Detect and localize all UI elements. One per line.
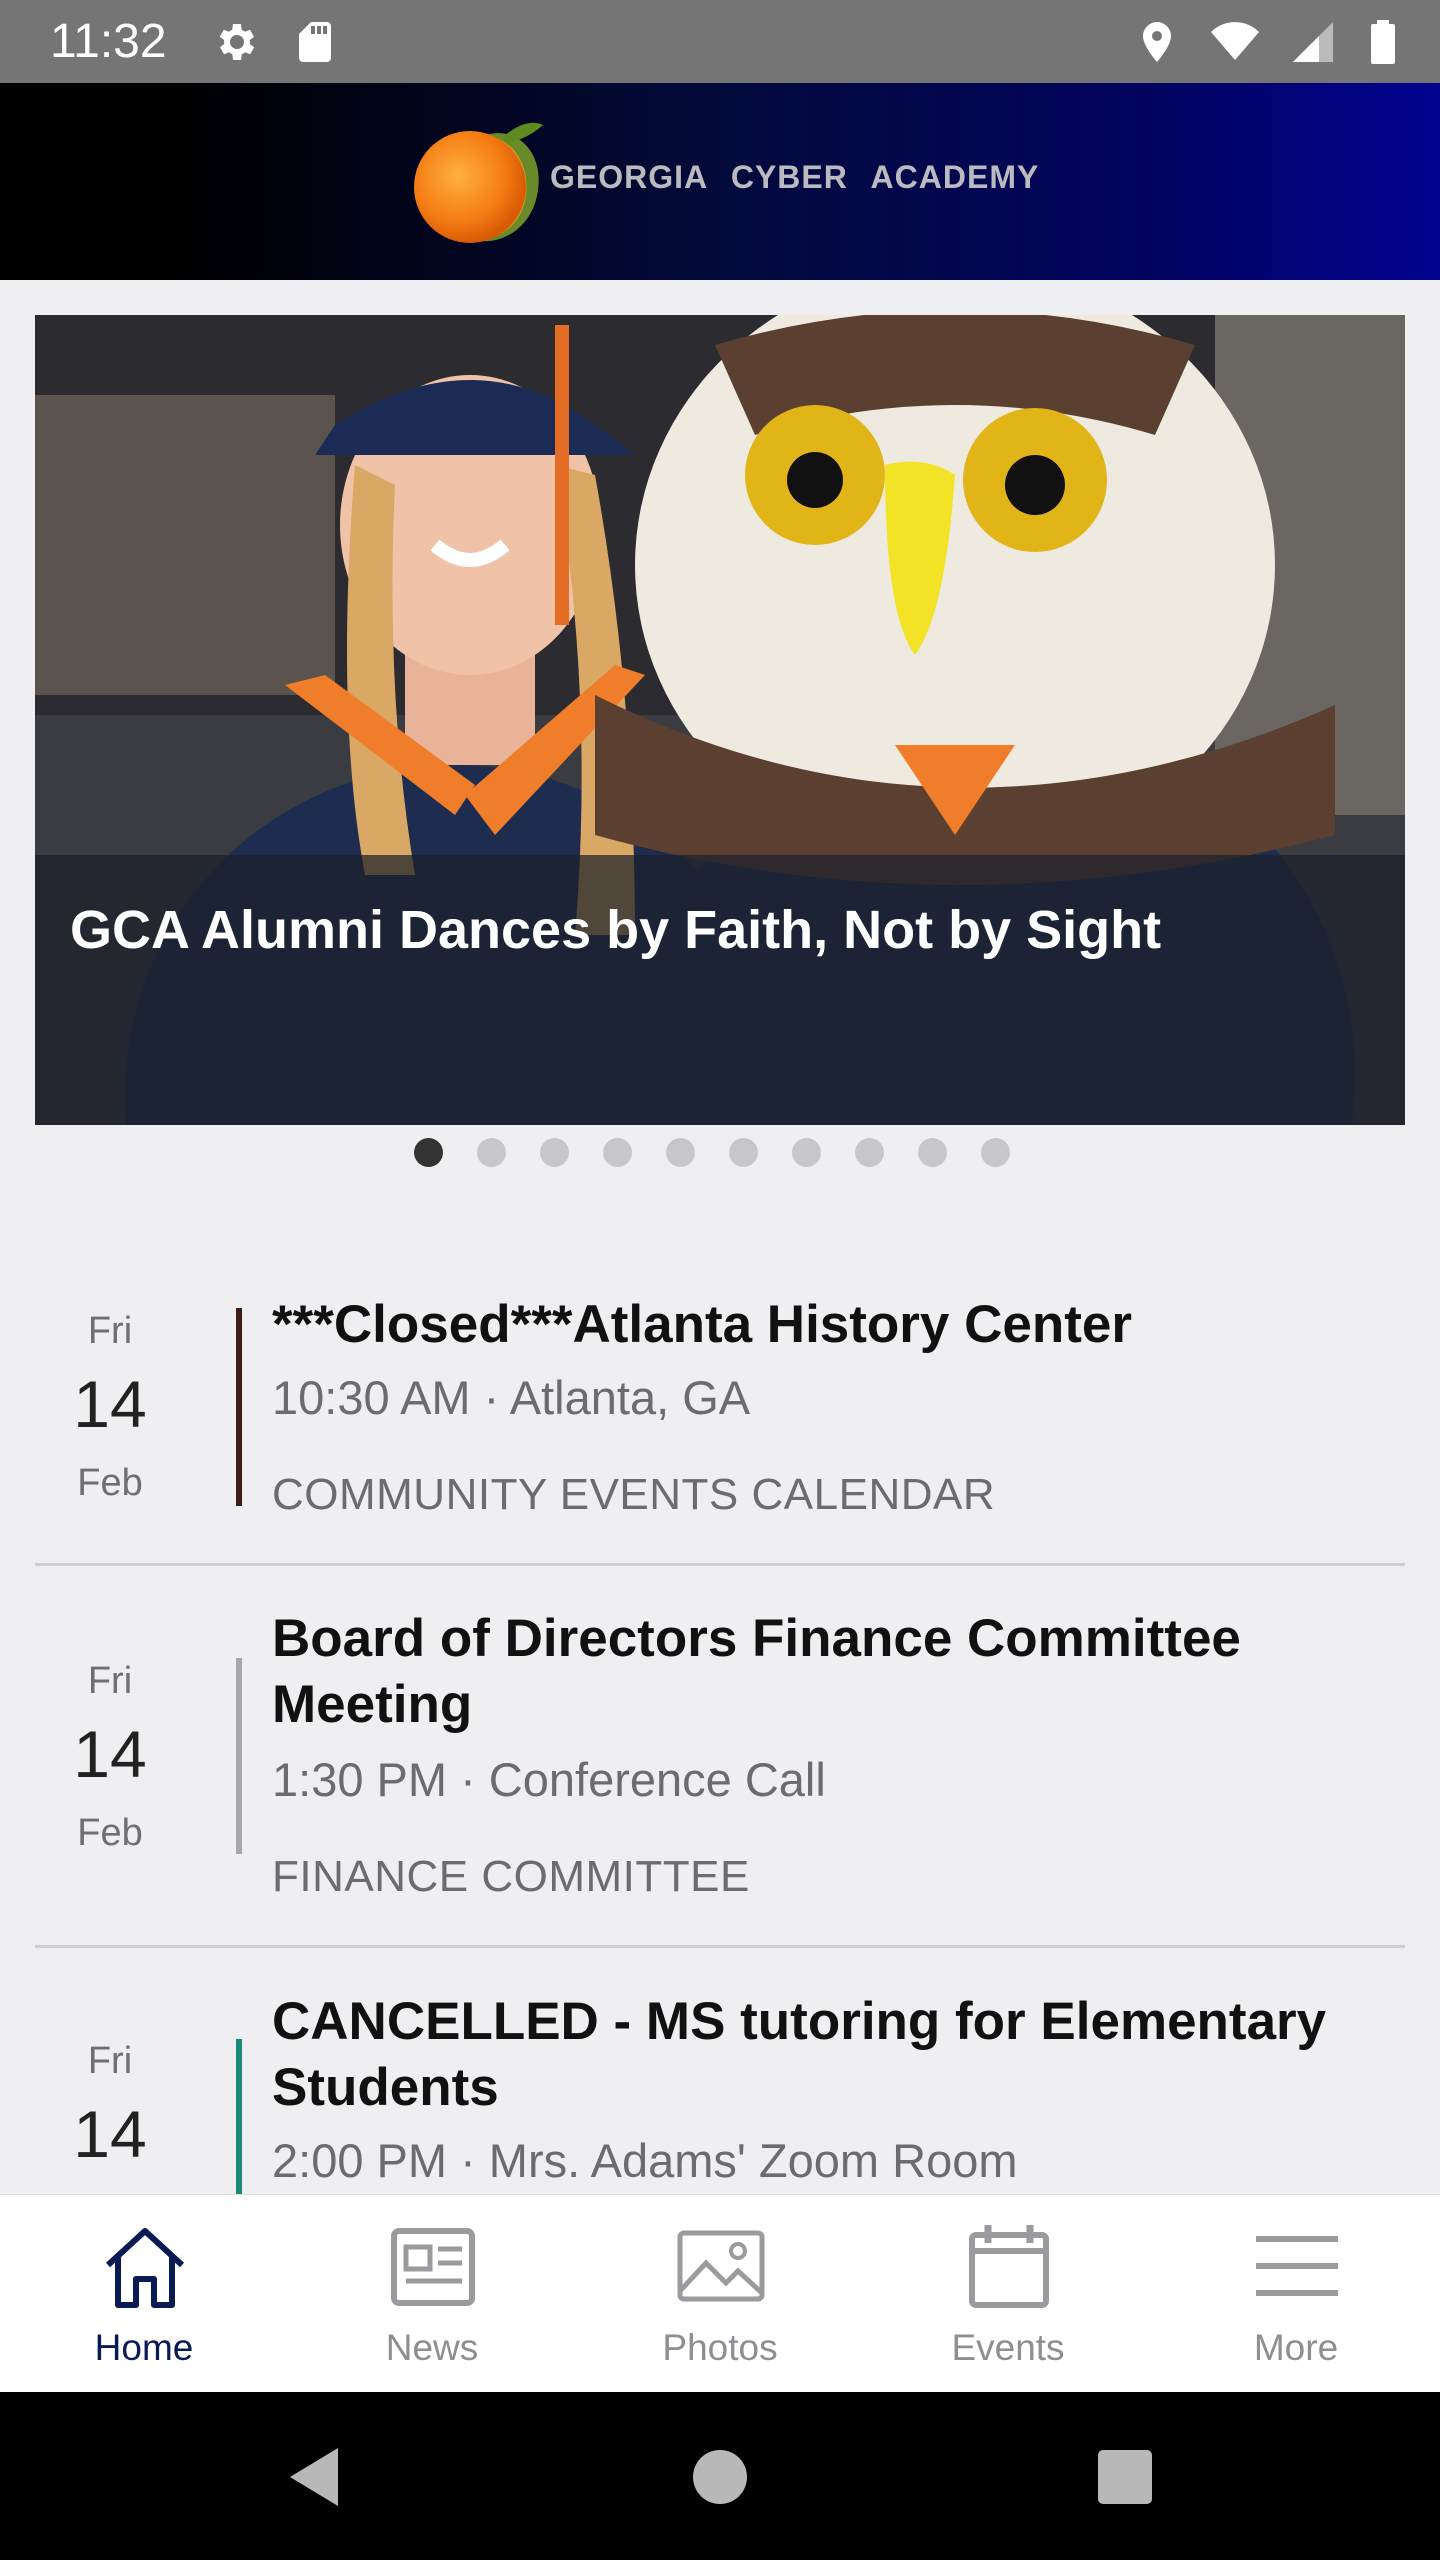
menu-icon [1256,2236,1338,2296]
event-calendar-color-bar [236,1658,242,1854]
hero-caption[interactable]: GCA Alumni Dances by Faith, Not by Sight [70,899,1161,961]
event-time-location: 10:30 AM · Atlanta, GA [272,1371,751,1424]
brand-name: GEORGIA CYBER ACADEMY [550,159,1040,195]
event-date: 14 [73,1717,147,1791]
gear-icon [219,24,255,60]
event-day: Fri [87,1310,133,1352]
event-day: Fri [87,1660,133,1702]
divider [35,1945,1405,1948]
sd-card-icon [299,22,331,62]
peach-logo [414,122,543,243]
home-icon [105,2228,185,2308]
event-month: Feb [77,1462,143,1504]
pager-dot[interactable] [729,1138,758,1167]
tab-label: Events [951,2327,1065,2368]
location-icon [1143,22,1171,62]
event-item[interactable]: Fri 14 CANCELLED - MS tutoring for Eleme… [0,1949,1440,2194]
status-time: 11:32 [50,15,167,68]
hero-caption-overlay [35,855,1405,1125]
pager-dot[interactable] [540,1138,569,1167]
tab-label: Photos [662,2327,778,2368]
signal-icon [1293,22,1333,62]
tab-label: More [1253,2327,1339,2368]
recents-icon[interactable] [1090,2442,1160,2512]
event-title: ***Closed***Atlanta History Center [272,1295,1133,1354]
wifi-icon [1211,22,1259,60]
tab-photos[interactable]: Photos [576,2195,864,2393]
event-time-location: 2:00 PM · Mrs. Adams' Zoom Room [272,2134,1018,2187]
event-calendar-color-bar [236,1308,242,1506]
pager-dot[interactable] [666,1138,695,1167]
status-bar: 11:32 [0,0,1440,83]
news-icon [391,2228,475,2306]
home-nav-icon[interactable] [685,2442,755,2512]
event-title: Board of Directors Finance Committee Mee… [272,1609,1241,1734]
event-calendar-name: COMMUNITY EVENTS CALENDAR [272,1470,996,1519]
battery-icon [1371,20,1395,64]
tab-label: Home [94,2327,194,2368]
event-day: Fri [87,2040,133,2082]
event-time-location: 1:30 PM · Conference Call [272,1753,826,1806]
pager-dot[interactable] [981,1138,1010,1167]
event-calendar-color-bar [236,2039,242,2194]
pager-dot[interactable] [603,1138,632,1167]
tab-label: News [385,2327,479,2368]
bottom-tab-bar: Home News Photos Events More [0,2194,1440,2392]
pager-dot[interactable] [792,1138,821,1167]
tab-more[interactable]: More [1152,2195,1440,2393]
system-nav-bar [0,2392,1440,2560]
event-item[interactable]: Fri 14 Feb Board of Directors Finance Co… [0,1566,1440,1948]
photos-icon [677,2230,765,2302]
app-header: GEORGIA CYBER ACADEMY [0,83,1440,280]
event-date: 14 [73,1367,147,1441]
calendar-icon [969,2225,1049,2308]
event-title: CANCELLED - MS tutoring for Elementary S… [272,1992,1327,2117]
back-icon[interactable] [280,2442,350,2512]
hero-carousel[interactable]: GCA Alumni Dances by Faith, Not by Sight [35,315,1405,1125]
tab-home[interactable]: Home [0,2195,288,2393]
event-calendar-name: FINANCE COMMITTEE [272,1852,750,1901]
pager-dot[interactable] [414,1138,443,1167]
pager-dot[interactable] [855,1138,884,1167]
event-item[interactable]: Fri 14 Feb ***Closed***Atlanta History C… [0,1270,1440,1566]
tab-events[interactable]: Events [864,2195,1152,2393]
event-date: 14 [73,2097,147,2171]
pager-dot[interactable] [918,1138,947,1167]
event-month: Feb [77,1812,143,1854]
pager-dot[interactable] [477,1138,506,1167]
tab-news[interactable]: News [288,2195,576,2393]
